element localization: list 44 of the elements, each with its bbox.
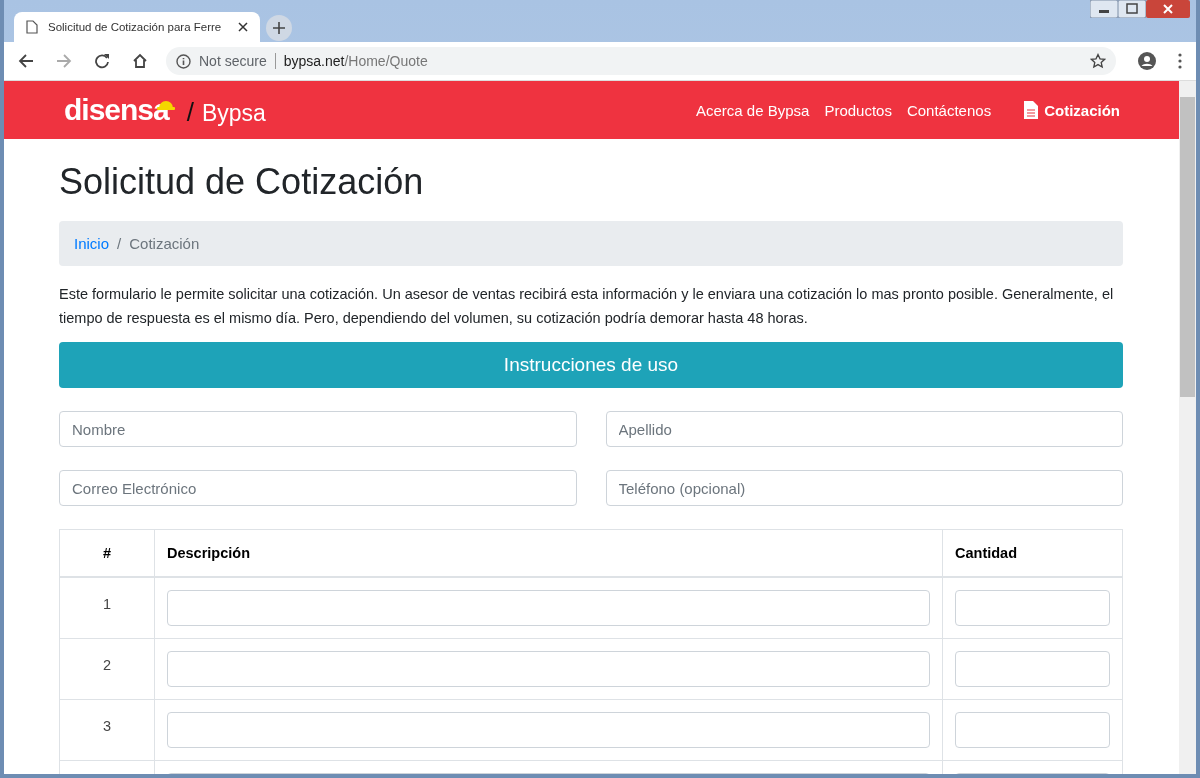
scrollbar[interactable] xyxy=(1179,81,1196,774)
brand-name: Bypsa xyxy=(201,99,266,127)
logo-text[interactable]: disensa xyxy=(64,93,169,127)
nav-link[interactable]: Contáctenos xyxy=(906,101,992,119)
separator-text: / xyxy=(186,96,194,128)
input-field[interactable]: Teléfono (opcional) xyxy=(605,470,1123,506)
info-icon xyxy=(176,53,191,69)
row-number: 2 xyxy=(59,638,155,700)
nav-link[interactable]: Acerca de Bypsa xyxy=(695,101,810,119)
home-icon[interactable] xyxy=(132,53,148,69)
page-title: Solicitud de Cotización xyxy=(59,161,425,203)
minimize-icon[interactable] xyxy=(1090,0,1118,18)
instructions-button[interactable]: Instrucciones de uso xyxy=(59,342,1123,388)
breadcrumb-current: Cotización xyxy=(129,235,200,252)
nav-link[interactable]: Productos xyxy=(824,101,892,119)
close-window-icon[interactable] xyxy=(1146,0,1190,18)
breadcrumb-link[interactable]: Inicio xyxy=(74,235,110,252)
forward-icon[interactable] xyxy=(56,53,72,69)
document-icon xyxy=(1024,101,1039,119)
url-text: bypsa.net/Home/Quote xyxy=(283,53,428,69)
nav-link[interactable]: Cotización xyxy=(1024,101,1120,119)
column-header: Cantidad xyxy=(942,529,1123,577)
intro-text: Este formulario le permite solicitar una cotización. Un asesor de ventas recibirá esta información y le enviara una cotización lo mas pronto posible. Generalmente, el tiempo de respuesta es el mismo día. Pero, dependiendo del volumen, su cotización podría demorar hasta 48 horas. xyxy=(59,285,1115,328)
breadcrumb-separator: / xyxy=(117,235,122,252)
menu-icon[interactable] xyxy=(1178,53,1182,69)
row-number: 1 xyxy=(59,577,155,639)
tab-title: Solicitud de Cotización para Ferre xyxy=(48,21,223,33)
account-icon[interactable] xyxy=(1138,52,1156,70)
row-number: 3 xyxy=(59,699,155,761)
page-icon xyxy=(26,20,38,34)
address-bar[interactable]: Not secure bypsa.net/Home/Quote xyxy=(166,47,1116,75)
input-field[interactable]: Apellido xyxy=(605,411,1123,447)
security-label: Not secure xyxy=(199,53,267,69)
close-icon[interactable] xyxy=(238,22,248,32)
new-tab-button[interactable] xyxy=(266,15,292,41)
column-header: # xyxy=(59,529,155,577)
maximize-icon[interactable] xyxy=(1118,0,1146,18)
reload-icon[interactable] xyxy=(94,53,110,69)
input-field[interactable]: Nombre xyxy=(59,411,577,447)
back-icon[interactable] xyxy=(18,53,34,69)
star-icon[interactable] xyxy=(1090,53,1106,69)
column-header: Descripción xyxy=(154,529,943,577)
browser-tab[interactable]: Solicitud de Cotización para Ferre xyxy=(14,12,260,42)
input-field[interactable]: Correo Electrónico xyxy=(59,470,577,506)
